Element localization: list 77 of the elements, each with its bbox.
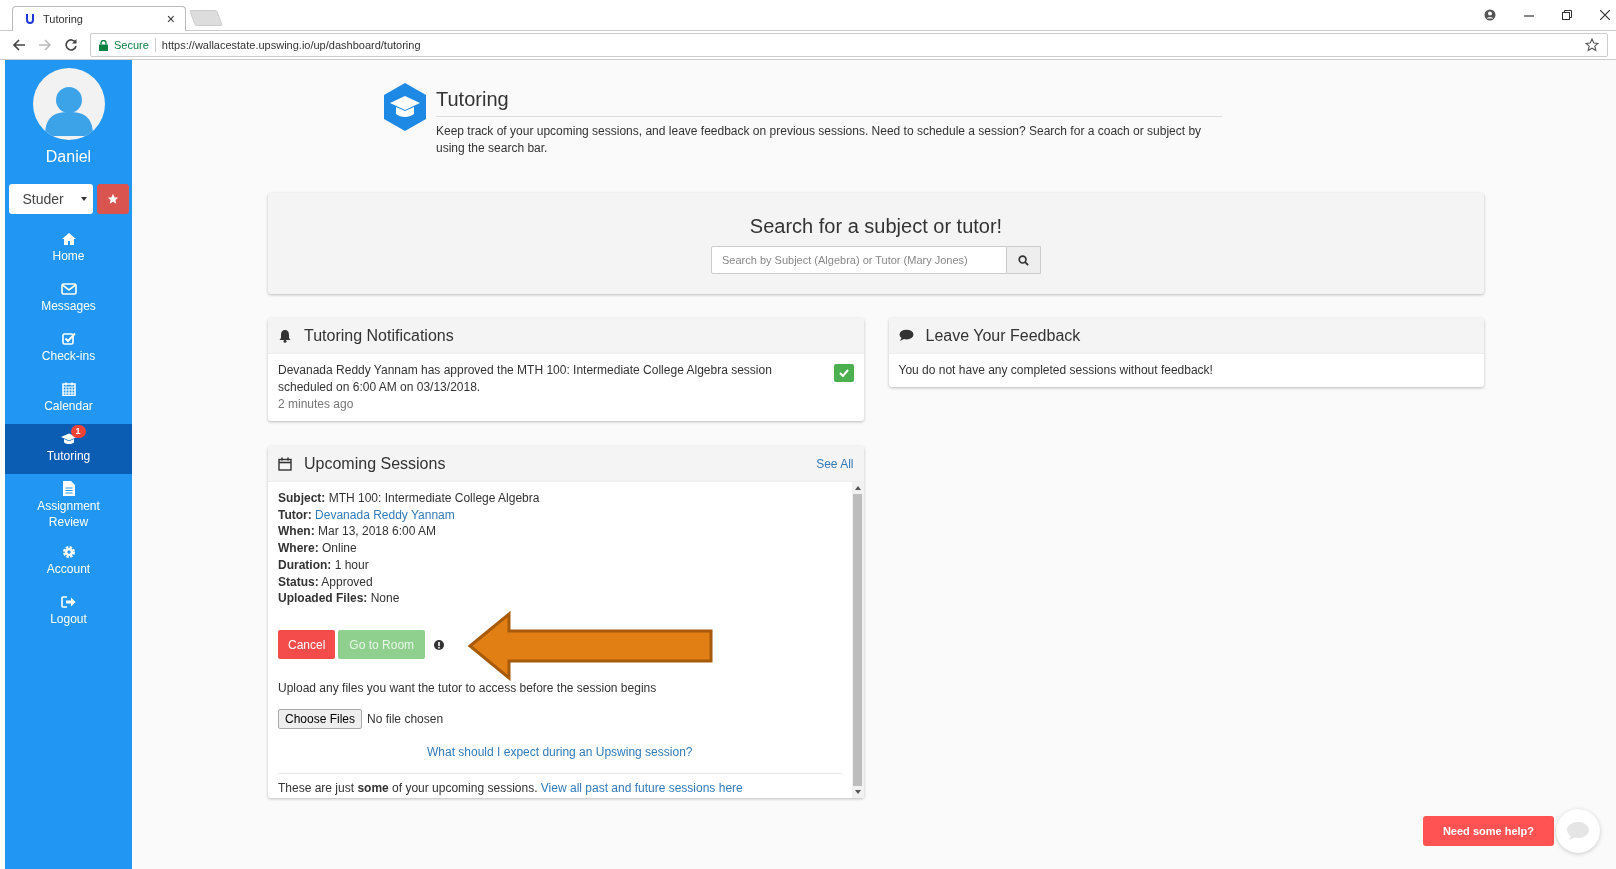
speech-bubble-icon	[898, 329, 914, 342]
nav-item[interactable]: 1 Tutoring	[5, 424, 132, 474]
nav-item[interactable]: Messages	[5, 274, 132, 324]
field-value: None	[370, 591, 400, 606]
help-link[interactable]: What should I expect during an Upswing session?	[427, 744, 693, 759]
bell-icon	[278, 328, 292, 343]
field-value: 1 hour	[334, 557, 369, 572]
search-field[interactable]: Search by Subject (Algebra) or Tutor (Mary Jones)	[711, 246, 1007, 274]
field-label: Tutor:	[278, 507, 312, 522]
panel-title: Leave Your Feedback	[925, 326, 1081, 345]
nav-item[interactable]: Calendar	[5, 374, 132, 424]
field-label: When:	[278, 524, 315, 539]
tab-title: Tutoring	[43, 13, 84, 25]
lock-icon	[99, 39, 108, 51]
tab-close-button[interactable]: ×	[166, 11, 175, 27]
cancel-button[interactable]: Cancel	[278, 630, 336, 660]
nav-item[interactable]: Check-ins	[5, 324, 132, 374]
field-label: Status:	[278, 574, 319, 589]
secure-label: Secure	[114, 39, 149, 51]
search-icon	[1018, 254, 1029, 266]
favorite-button[interactable]	[96, 184, 129, 214]
envelope-icon	[60, 281, 77, 296]
speech-bubble-icon	[1566, 821, 1590, 841]
document-icon	[62, 481, 75, 496]
help-button[interactable]: Need some help?	[1422, 816, 1554, 846]
calendar-icon	[61, 381, 76, 396]
address-bar[interactable]: Secure https://wallacestate.upswing.io/up/dashboard/tutoring	[90, 33, 1608, 57]
field-label: Uploaded Files:	[278, 591, 368, 606]
nav-item[interactable]: Assignment Review	[5, 474, 132, 537]
search-button[interactable]	[1007, 246, 1041, 274]
panel-title: Tutoring Notifications	[304, 326, 454, 345]
reload-icon[interactable]	[64, 38, 78, 52]
nav-item[interactable]: Account	[5, 537, 132, 587]
logout-icon	[61, 594, 76, 609]
upload-hint: Upload any files you want the tutor to access before the session begins	[278, 680, 658, 695]
back-arrow-icon[interactable]	[12, 38, 26, 52]
field-value: Online	[322, 541, 357, 556]
choose-files-button[interactable]: Choose Files	[278, 708, 363, 729]
user-name: Daniel	[45, 148, 92, 166]
notification-badge: 1	[70, 425, 86, 438]
logo-icon	[25, 13, 35, 25]
view-all-sessions-link[interactable]: View all past and future sessions here	[540, 780, 743, 795]
field-value: Approved	[321, 574, 373, 589]
field-value: Mar 13, 2018 6:00 AM	[318, 524, 437, 539]
notification-time: 2 minutes ago	[278, 396, 355, 413]
calendar-icon	[278, 456, 292, 471]
feedback-message: You do not have any completed sessions without feedback!	[898, 362, 1214, 379]
field-label: Subject:	[278, 491, 326, 505]
field-value: MTH 100: Intermediate College Algebra	[328, 491, 540, 505]
see-all-link[interactable]: See All	[816, 456, 854, 471]
bookmark-star-icon[interactable]	[1585, 38, 1599, 52]
nav-item[interactable]: Logout	[5, 587, 132, 637]
home-icon	[61, 231, 76, 246]
file-status: No file chosen	[367, 711, 444, 726]
restore-icon[interactable]	[1562, 10, 1572, 20]
notification-text: Devanada Reddy Yannam has approved the MTH 100: Intermediate College Algebra session scheduled on 6:00 AM on 03/13/2018.	[278, 362, 773, 396]
page-title: Tutoring	[436, 88, 1222, 117]
star-icon	[106, 193, 119, 205]
gear-icon	[61, 544, 76, 559]
close-icon[interactable]	[1600, 10, 1610, 20]
scrollbar[interactable]	[851, 482, 864, 798]
info-icon	[434, 639, 445, 650]
page-description: Keep track of your upcoming sessions, and leave feedback on previous sessions. Need to schedule a session? Search for a coach or subject by using the search bar.	[436, 123, 1203, 157]
browser-tab[interactable]: Tutoring ×	[12, 6, 186, 31]
nav-item[interactable]: Home	[5, 224, 132, 274]
field-label: Where:	[278, 541, 319, 556]
tutor-link[interactable]: Devanada Reddy Yannam	[315, 507, 455, 522]
role-dropdown[interactable]: Studer	[8, 184, 93, 214]
caret-icon	[80, 197, 87, 201]
graduation-cap-icon	[382, 82, 428, 132]
url-text: https://wallacestate.upswing.io/up/dashboard/tutoring	[161, 39, 421, 51]
footer-note: These are just some of your upcoming sessions.	[278, 780, 538, 795]
checkbox-icon	[61, 331, 76, 346]
account-icon[interactable]	[1484, 9, 1496, 21]
panel-title: Upcoming Sessions	[304, 454, 446, 473]
search-heading: Search for a subject or tutor!	[749, 215, 1003, 238]
field-label: Duration:	[278, 557, 332, 572]
